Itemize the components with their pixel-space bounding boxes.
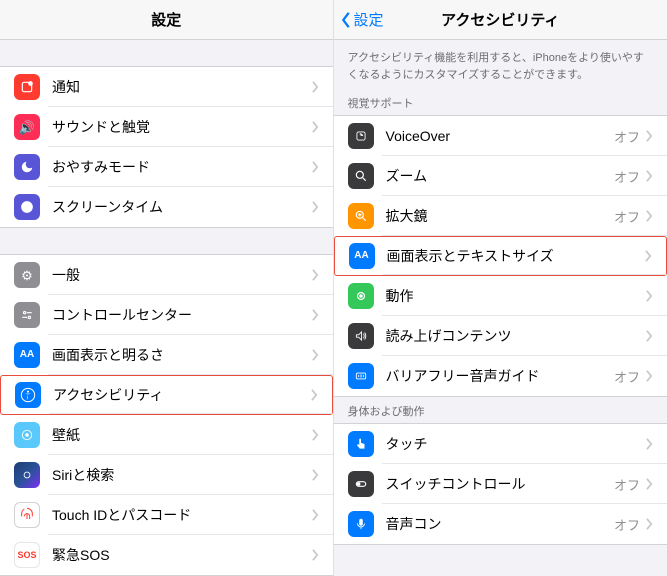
chevron-right-icon [312, 309, 319, 321]
chevron-right-icon [311, 389, 318, 401]
section-header-visual: 視覚サポート [334, 89, 667, 115]
settings-screen: 設定 通知 🔊 サウンドと触覚 おやすみモード スクリーンタイム [0, 0, 334, 576]
spoken-icon [348, 323, 374, 349]
touch-icon [348, 431, 374, 457]
magnifier-icon [348, 203, 374, 229]
chevron-right-icon [312, 549, 319, 561]
physical-group: タッチ スイッチコントロール オフ 音声コン オフ [334, 423, 667, 545]
header: 設定 [0, 0, 333, 40]
chevron-right-icon [312, 509, 319, 521]
chevron-right-icon [646, 210, 653, 222]
chevron-right-icon [646, 170, 653, 182]
row-dnd[interactable]: おやすみモード [0, 147, 333, 187]
accessibility-icon [15, 382, 41, 408]
row-general[interactable]: ⚙ 一般 [0, 255, 333, 295]
display-text-icon: AA [349, 243, 375, 269]
info-text: アクセシビリティ機能を利用すると、iPhoneをより使いやすくなるようにカスタマ… [334, 40, 667, 89]
row-magnifier[interactable]: 拡大鏡 オフ [334, 196, 667, 236]
dnd-icon [14, 154, 40, 180]
screentime-icon [14, 194, 40, 220]
row-display[interactable]: AA 画面表示と明るさ [0, 335, 333, 375]
accessibility-screen: 設定 アクセシビリティ アクセシビリティ機能を利用すると、iPhoneをより使い… [334, 0, 667, 576]
status-text: オフ [614, 367, 640, 386]
row-zoom[interactable]: ズーム オフ [334, 156, 667, 196]
chevron-right-icon [312, 161, 319, 173]
chevron-right-icon [646, 130, 653, 142]
notifications-icon [14, 74, 40, 100]
zoom-icon [348, 163, 374, 189]
row-accessibility[interactable]: アクセシビリティ [0, 375, 333, 415]
row-touch[interactable]: タッチ [334, 424, 667, 464]
voiceover-icon [348, 123, 374, 149]
settings-group-2: ⚙ 一般 コントロールセンター AA 画面表示と明るさ アクセシビリティ [0, 254, 333, 576]
content: アクセシビリティ機能を利用すると、iPhoneをより使いやすくなるようにカスタマ… [334, 40, 667, 576]
chevron-right-icon [312, 269, 319, 281]
chevron-right-icon [312, 429, 319, 441]
status-text: オフ [614, 127, 640, 146]
chevron-right-icon [646, 330, 653, 342]
voice-control-icon [348, 511, 374, 537]
chevron-right-icon [646, 438, 653, 450]
row-notifications[interactable]: 通知 [0, 67, 333, 107]
chevron-right-icon [312, 349, 319, 361]
wallpaper-icon [14, 422, 40, 448]
status-text: オフ [614, 167, 640, 186]
chevron-left-icon [340, 11, 352, 29]
chevron-right-icon [646, 370, 653, 382]
touchid-icon [14, 502, 40, 528]
chevron-right-icon [645, 250, 652, 262]
content: 通知 🔊 サウンドと触覚 おやすみモード スクリーンタイム ⚙ [0, 40, 333, 576]
back-button[interactable]: 設定 [340, 9, 384, 30]
chevron-right-icon [312, 121, 319, 133]
sos-icon: SOS [14, 542, 40, 568]
row-motion[interactable]: 動作 [334, 276, 667, 316]
status-text: オフ [614, 475, 640, 494]
chevron-right-icon [312, 469, 319, 481]
chevron-right-icon [312, 201, 319, 213]
row-switch[interactable]: スイッチコントロール オフ [334, 464, 667, 504]
row-screentime[interactable]: スクリーンタイム [0, 187, 333, 227]
row-sounds[interactable]: 🔊 サウンドと触覚 [0, 107, 333, 147]
header: 設定 アクセシビリティ [334, 0, 667, 40]
row-touchid[interactable]: Touch IDとパスコード [0, 495, 333, 535]
row-siri[interactable]: Siriと検索 [0, 455, 333, 495]
sounds-icon: 🔊 [14, 114, 40, 140]
status-text: オフ [614, 515, 640, 534]
status-text: オフ [614, 207, 640, 226]
row-wallpaper[interactable]: 壁紙 [0, 415, 333, 455]
chevron-right-icon [646, 290, 653, 302]
row-sos[interactable]: SOS 緊急SOS [0, 535, 333, 575]
motion-icon [348, 283, 374, 309]
section-header-physical: 身体および動作 [334, 397, 667, 423]
row-spoken[interactable]: 読み上げコンテンツ [334, 316, 667, 356]
display-icon: AA [14, 342, 40, 368]
chevron-right-icon [312, 81, 319, 93]
visual-support-group: VoiceOver オフ ズーム オフ 拡大鏡 オフ AA 画面表示とテキストサ… [334, 115, 667, 397]
page-title: アクセシビリティ [441, 9, 559, 30]
general-icon: ⚙ [14, 262, 40, 288]
row-control-center[interactable]: コントロールセンター [0, 295, 333, 335]
row-audio-desc[interactable]: バリアフリー音声ガイド オフ [334, 356, 667, 396]
row-display-text[interactable]: AA 画面表示とテキストサイズ [334, 236, 667, 276]
page-title: 設定 [151, 9, 181, 30]
settings-group-1: 通知 🔊 サウンドと触覚 おやすみモード スクリーンタイム [0, 66, 333, 228]
switch-icon [348, 471, 374, 497]
row-voice-control[interactable]: 音声コン オフ [334, 504, 667, 544]
row-voiceover[interactable]: VoiceOver オフ [334, 116, 667, 156]
control-center-icon [14, 302, 40, 328]
audio-desc-icon [348, 363, 374, 389]
chevron-right-icon [646, 518, 653, 530]
siri-icon [14, 462, 40, 488]
chevron-right-icon [646, 478, 653, 490]
